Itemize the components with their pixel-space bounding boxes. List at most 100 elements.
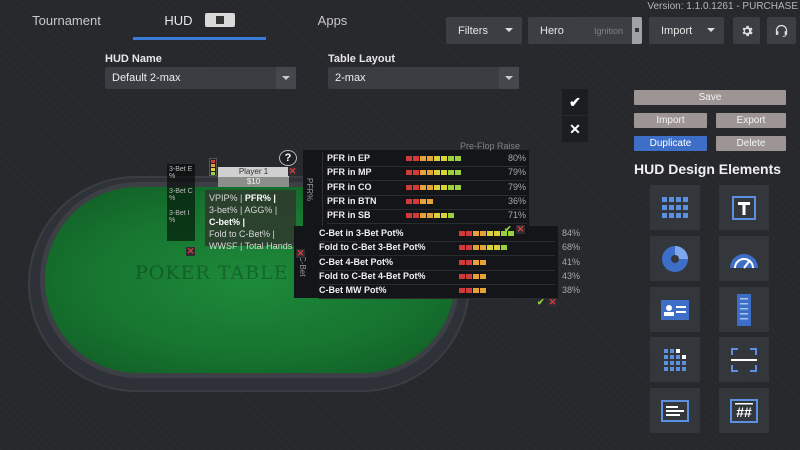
player-stats-box[interactable]: VPIP% | PFR% | 3-bet% | AGG% | C-bet% | …	[205, 190, 296, 251]
cbet-row[interactable]: C-Bet 4-Bet Pot% 41%	[319, 256, 580, 271]
cbet-row-pct: 68%	[562, 242, 581, 253]
import-dropdown[interactable]: Import	[649, 17, 724, 44]
text-icon	[732, 195, 756, 220]
cbet-row-label: Fold to C-Bet 3-Bet Pot%	[319, 242, 426, 253]
cbet-row-bar	[459, 288, 486, 294]
cbet-row-label: C-Bet 4-Bet Pot%	[319, 256, 394, 267]
cbet-row-bar	[459, 273, 486, 279]
side-stat: 3-Bet C	[169, 188, 193, 195]
remove-side-stats-icon[interactable]: ✕	[186, 247, 195, 256]
hero-label: Hero	[540, 24, 564, 37]
hud-toggle[interactable]	[204, 13, 235, 27]
grid-icon	[662, 196, 688, 218]
preflop-row[interactable]: PFR in BTN 36%	[327, 196, 527, 210]
hash-icon: ##	[730, 398, 758, 423]
activity-meter	[209, 158, 217, 176]
import-label: Import	[661, 24, 693, 37]
tab-tournament[interactable]: Tournament	[0, 0, 133, 40]
preflop-row-pct: 36%	[508, 195, 527, 206]
stat-wwsf: WWSF |	[209, 241, 243, 251]
preflop-row[interactable]: PFR in SB 71%	[327, 210, 527, 225]
tab-apps[interactable]: Apps	[266, 0, 399, 40]
cbet-row[interactable]: Fold to C-Bet 4-Bet Pot% 43%	[319, 270, 580, 285]
cbet-row-pct: 43%	[562, 270, 581, 281]
badge-icon	[661, 399, 689, 422]
main-tabs: Tournament HUD Apps	[0, 0, 400, 40]
text-element-tile[interactable]	[719, 185, 769, 230]
cbet-row-label: C-Bet MW Pot%	[319, 285, 387, 296]
preflop-row-pct: 80%	[508, 153, 527, 163]
cbet-row-label: Fold to C-Bet 4-Bet Pot%	[319, 270, 426, 281]
side-stat: %	[169, 173, 176, 180]
settings-button[interactable]	[733, 17, 760, 44]
gauge-element-tile[interactable]	[719, 236, 769, 281]
hero-site: Ignition	[594, 25, 624, 36]
stats-line: 3-bet% | AGG% |	[209, 204, 292, 216]
crop-element-tile[interactable]	[719, 337, 769, 382]
hash-element-tile[interactable]: ##	[719, 388, 769, 433]
cbet-row[interactable]: C-Bet MW Pot% 38%	[319, 285, 580, 300]
cbet-row-bar	[459, 245, 507, 251]
pie-element-tile[interactable]	[650, 236, 700, 281]
remove-cbet-icon[interactable]: ✕	[296, 249, 305, 258]
card-element-tile[interactable]	[650, 287, 700, 332]
preflop-row-label: PFR in MP	[327, 167, 372, 178]
confirm-button[interactable]: ✔	[562, 89, 588, 115]
cbet-confirm-icon[interactable]: ✔	[504, 224, 512, 235]
support-button[interactable]	[767, 17, 796, 44]
grid-element-tile[interactable]	[650, 185, 700, 230]
version-text: Version: 1.1.0.1261 - PURCHASE	[647, 1, 798, 12]
popup-confirm-icon[interactable]: ✔	[537, 297, 545, 308]
stats-line: Fold to C-Bet% |	[209, 228, 292, 240]
preflop-row[interactable]: PFR in EP 80%	[327, 153, 527, 167]
hud-name-value: Default 2-max	[112, 72, 181, 84]
small-grid-icon	[664, 348, 686, 371]
card-icon	[661, 299, 689, 320]
filters-dropdown[interactable]: Filters	[446, 17, 522, 44]
hero-selector[interactable]: Hero Ignition	[528, 17, 642, 44]
preflop-row-label: PFR in BTN	[327, 195, 377, 206]
popup-cancel-icon[interactable]: ✕	[548, 298, 557, 307]
chevron-down-icon	[276, 67, 296, 89]
side-stat: 3-Bet I	[169, 210, 190, 217]
crop-icon	[731, 347, 757, 372]
export-button[interactable]: Export	[716, 113, 786, 128]
hud-name-select[interactable]: Default 2-max	[105, 67, 296, 89]
cbet-row-divider	[319, 298, 555, 300]
cancel-button[interactable]: ✕	[562, 116, 588, 142]
gauge-icon	[730, 253, 758, 269]
help-icon[interactable]: ?	[279, 150, 297, 166]
preflop-row-label: PFR in SB	[327, 210, 371, 221]
delete-button[interactable]: Delete	[716, 136, 786, 151]
gear-icon	[742, 25, 753, 36]
preflop-popup: PFR% PFR in EP 80% PFR in MP 79% PFR in CO 79…	[303, 150, 529, 227]
stat-cbet: C-bet% |	[209, 217, 246, 227]
cbet-row-bar	[459, 259, 486, 265]
preflop-row-bar	[406, 184, 461, 190]
badge-element-tile[interactable]	[650, 388, 700, 433]
small-grid-element-tile[interactable]	[650, 337, 700, 382]
preflop-row-divider	[327, 223, 527, 225]
duplicate-button[interactable]: Duplicate	[634, 136, 707, 151]
tab-tournament-label: Tournament	[32, 12, 101, 28]
cbet-cancel-icon[interactable]: ✕	[516, 225, 525, 234]
table-layout-select[interactable]: 2-max	[328, 67, 519, 89]
tab-hud[interactable]: HUD	[133, 0, 266, 40]
preflop-row[interactable]: PFR in MP 79%	[327, 167, 527, 182]
stat-fold-cbet: Fold to C-Bet% |	[209, 229, 275, 239]
list-element-tile[interactable]	[719, 287, 769, 332]
cbet-popup: C-Bet ✕ C-Bet in 3-Bet Pot% 84% Fold to C-…	[294, 226, 580, 300]
stats-line: VPIP% | PFR% |	[209, 192, 292, 204]
cbet-row[interactable]: Fold to C-Bet 3-Bet Pot% 68%	[319, 242, 580, 257]
save-button[interactable]: Save	[634, 90, 786, 105]
preflop-row[interactable]: PFR in CO 79%	[327, 182, 527, 196]
stat-total-hands: Total Hands	[244, 241, 292, 251]
remove-player-icon[interactable]: ✕	[288, 167, 297, 176]
chevron-down-icon	[499, 67, 519, 89]
side-stats-panel[interactable]: 3-Bet E % 3-Bet C % 3-Bet I %	[167, 164, 195, 241]
hero-handle-icon[interactable]	[632, 17, 642, 44]
preflop-row-label: PFR in EP	[327, 153, 371, 163]
player-plate[interactable]: Player 1 $10	[218, 167, 289, 187]
import-button[interactable]: Import	[634, 113, 707, 128]
preflop-divider	[322, 152, 323, 226]
